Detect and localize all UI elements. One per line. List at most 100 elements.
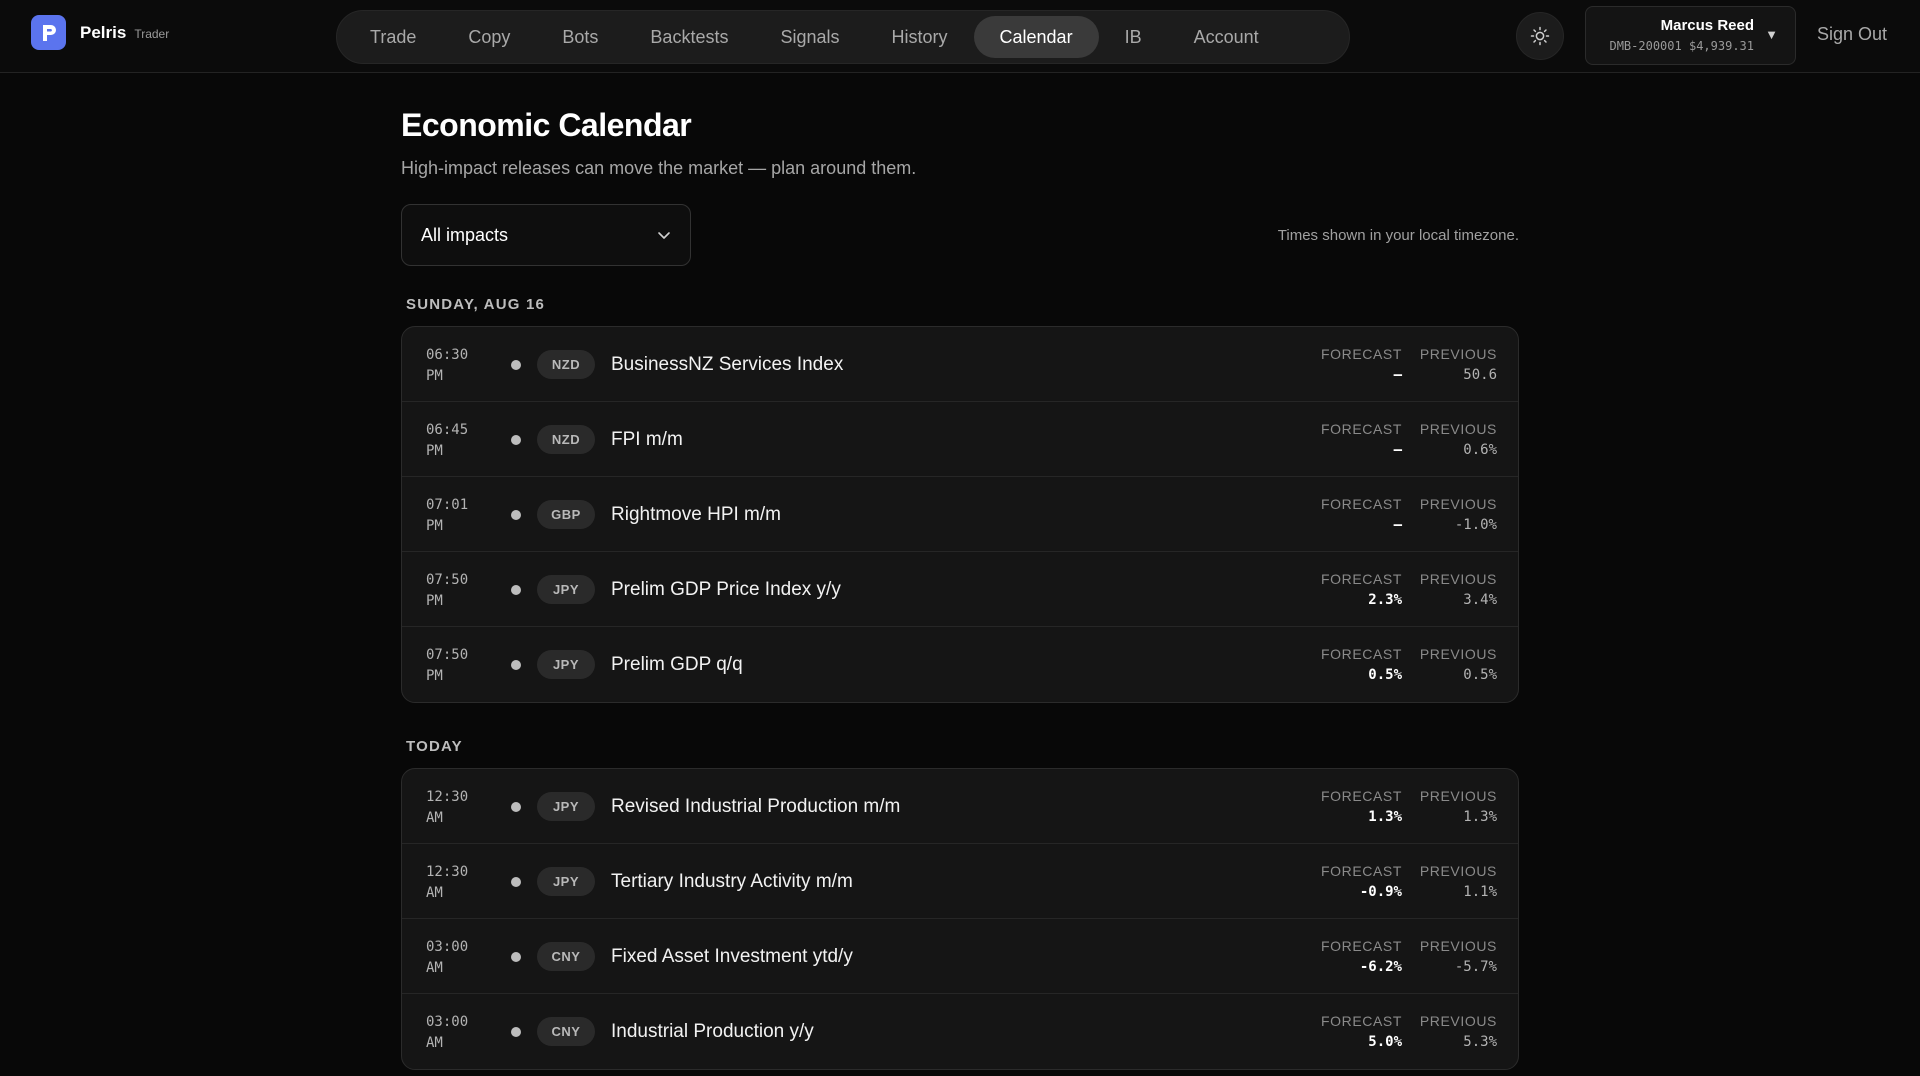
account-id: DMB-200001 (1609, 39, 1682, 53)
event-time: 07:50 PM (426, 645, 486, 687)
forecast-label: FORECAST (1320, 346, 1402, 362)
event-row[interactable]: 12:30 AM JPY Tertiary Industry Activity m/m… (402, 844, 1518, 919)
nav-item-trade[interactable]: Trade (344, 16, 442, 58)
event-row[interactable]: 07:50 PM JPY Prelim GDP Price Index y/y FORE… (402, 552, 1518, 627)
event-time-clock: 07:50 (426, 572, 469, 588)
day-label: TODAY (406, 738, 463, 755)
event-row[interactable]: 12:30 AM JPY Revised Industrial Production … (402, 769, 1518, 844)
previous-label: PREVIOUS (1419, 1013, 1497, 1029)
event-row[interactable]: 07:01 PM GBP Rightmove HPI m/m FORECAST – PREV… (402, 477, 1518, 552)
impact-dot-icon (511, 877, 521, 887)
previous-label: PREVIOUS (1419, 346, 1497, 362)
event-title: Prelim GDP q/q (611, 654, 743, 675)
event-row[interactable]: 06:45 PM NZD FPI m/m FORECAST – PREVIOUS 0.6% (402, 402, 1518, 477)
event-time-ampm: AM (426, 960, 443, 976)
forecast-value: – (1393, 367, 1402, 383)
event-row[interactable]: 07:50 PM JPY Prelim GDP q/q FORECAST 0.5% PREV… (402, 627, 1518, 702)
event-time-ampm: AM (426, 1035, 443, 1051)
forecast-value: -6.2% (1359, 959, 1402, 975)
event-title: Tertiary Industry Activity m/m (611, 871, 853, 892)
previous-column: PREVIOUS 3.4% (1420, 570, 1497, 612)
event-time: 12:30 AM (426, 862, 486, 904)
nav-item-ib[interactable]: IB (1099, 16, 1168, 58)
forecast-column: FORECAST – (1321, 495, 1402, 537)
event-time: 12:30 AM (426, 787, 486, 829)
event-time-clock: 06:30 (426, 347, 469, 363)
chevron-down-icon (658, 232, 670, 239)
previous-value: 3.4% (1463, 592, 1497, 608)
page-subtitle: High-impact releases can move the market… (401, 158, 917, 178)
forecast-value: -0.9% (1359, 884, 1402, 900)
event-time-clock: 03:00 (426, 939, 469, 955)
event-title: BusinessNZ Services Index (611, 354, 844, 375)
forecast-column: FORECAST 5.0% (1321, 1012, 1402, 1054)
forecast-value: – (1393, 442, 1402, 458)
previous-label: PREVIOUS (1419, 788, 1497, 804)
events-list: 12:30 AM JPY Revised Industrial Production … (401, 768, 1519, 1070)
brand-name: Pelris (80, 22, 127, 42)
brand-tag: Trader (134, 26, 170, 41)
previous-column: PREVIOUS 0.6% (1420, 420, 1497, 462)
event-time-clock: 06:45 (426, 422, 469, 438)
event-time: 03:00 AM (426, 1012, 486, 1054)
event-row[interactable]: 06:30 PM NZD BusinessNZ Services Index FOREC… (402, 327, 1518, 402)
account-balance: $4,939.31 (1688, 39, 1754, 53)
event-time-clock: 12:30 (426, 864, 469, 880)
event-time-ampm: PM (426, 668, 443, 684)
main-content: Economic Calendar High-impact releases c… (401, 73, 1519, 1070)
forecast-value: 1.3% (1368, 809, 1402, 825)
forecast-label: FORECAST (1320, 496, 1402, 512)
nav-item-account[interactable]: Account (1168, 16, 1285, 58)
sign-out-button[interactable]: Sign Out (1817, 24, 1887, 45)
previous-label: PREVIOUS (1419, 421, 1497, 437)
forecast-column: FORECAST – (1321, 420, 1402, 462)
previous-value: 5.3% (1463, 1034, 1497, 1050)
event-title: Fixed Asset Investment ytd/y (611, 946, 853, 967)
forecast-column: FORECAST -6.2% (1321, 937, 1402, 979)
impact-filter-select[interactable]: All impacts (401, 204, 691, 266)
brand[interactable]: Pelris Trader (31, 15, 169, 50)
nav-item-calendar[interactable]: Calendar (973, 16, 1099, 58)
event-time-clock: 12:30 (426, 789, 469, 805)
previous-column: PREVIOUS 1.1% (1420, 862, 1497, 904)
event-time-ampm: PM (426, 593, 443, 609)
previous-value: 1.3% (1463, 809, 1497, 825)
impact-dot-icon (511, 952, 521, 962)
currency-badge: GBP (537, 500, 595, 529)
day-label: SUNDAY, AUG 16 (406, 296, 546, 313)
event-time-ampm: PM (426, 368, 443, 384)
nav-item-backtests[interactable]: Backtests (624, 16, 754, 58)
previous-value: -1.0% (1454, 517, 1497, 533)
forecast-label: FORECAST (1320, 646, 1402, 662)
account-menu[interactable]: Marcus Reed DMB-200001 $4,939.31 ▼ (1585, 6, 1796, 65)
previous-value: 0.5% (1463, 667, 1497, 683)
event-title: Industrial Production y/y (611, 1021, 814, 1042)
event-time: 03:00 AM (426, 937, 486, 979)
nav-item-history[interactable]: History (866, 16, 974, 58)
forecast-column: FORECAST 0.5% (1321, 645, 1402, 687)
brand-logo-icon (31, 15, 66, 50)
currency-badge: CNY (537, 1017, 595, 1046)
calendar-controls: All impacts Times shown in your local ti… (401, 204, 1519, 266)
previous-label: PREVIOUS (1419, 571, 1497, 587)
account-name: Marcus Reed (1660, 17, 1754, 34)
impact-dot-icon (511, 660, 521, 670)
nav-item-bots[interactable]: Bots (536, 16, 624, 58)
previous-value: 0.6% (1463, 442, 1497, 458)
nav-item-signals[interactable]: Signals (754, 16, 865, 58)
currency-badge: JPY (537, 650, 595, 679)
previous-column: PREVIOUS -5.7% (1420, 937, 1497, 979)
nav-item-copy[interactable]: Copy (442, 16, 536, 58)
event-row[interactable]: 03:00 AM CNY Industrial Production y/y FOREC… (402, 994, 1518, 1069)
impact-filter-value: All impacts (421, 224, 509, 245)
event-row[interactable]: 03:00 AM CNY Fixed Asset Investment ytd/y FO… (402, 919, 1518, 994)
forecast-label: FORECAST (1320, 788, 1402, 804)
theme-toggle-button[interactable] (1516, 12, 1564, 60)
previous-value: -5.7% (1454, 959, 1497, 975)
currency-badge: JPY (537, 792, 595, 821)
forecast-label: FORECAST (1320, 1013, 1402, 1029)
main-nav: Trade Copy Bots Backtests Signals Histor… (336, 10, 1350, 64)
forecast-column: FORECAST 1.3% (1321, 787, 1402, 829)
forecast-label: FORECAST (1320, 863, 1402, 879)
previous-column: PREVIOUS 5.3% (1420, 1012, 1497, 1054)
